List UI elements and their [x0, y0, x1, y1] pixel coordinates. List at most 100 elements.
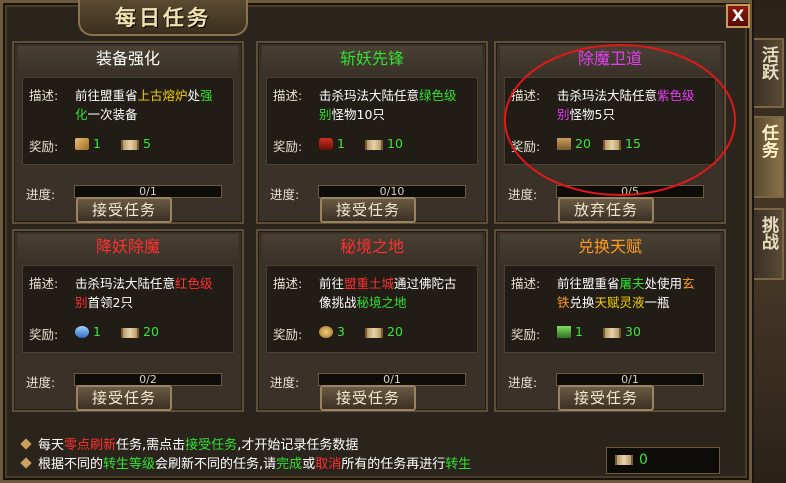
reward-value: 10: [387, 136, 403, 151]
reward-label: 奖励:: [511, 327, 541, 342]
task-card: 秘境之地 描述: 前往盟重土城通过佛陀古像挑战秘境之地 奖励: 3 20 进度: 0/1 接受任…: [256, 229, 488, 412]
note-segment: 取消: [315, 457, 342, 472]
reward-label: 奖励:: [29, 139, 59, 154]
reward-value: 15: [625, 136, 641, 151]
reward-value: 1: [93, 136, 101, 151]
reward-label: 奖励:: [29, 327, 59, 342]
scroll-icon: [365, 328, 383, 338]
reward-label: 奖励:: [273, 327, 303, 342]
reward-label: 奖励:: [511, 139, 541, 154]
note-segment: ,才开始记录任务数据: [237, 438, 359, 453]
desc-segment: 前往: [319, 276, 345, 291]
reward-item[interactable]: 10: [365, 136, 403, 151]
task-action-button[interactable]: 接受任务: [76, 197, 172, 223]
reward-item[interactable]: 20: [557, 136, 591, 151]
herb-icon: [557, 326, 571, 338]
note-segment: 完成: [276, 457, 303, 472]
desc-segment: 处使用: [644, 276, 683, 291]
task-body: 描述: 前往盟重省上古熔炉处强化一次装备 奖励: 1 5: [22, 77, 234, 165]
note-segment: 每天: [38, 438, 65, 453]
desc-segment: 兑换: [569, 295, 595, 310]
desc-label: 描述:: [273, 88, 303, 103]
desc-segment: 秘境之地: [356, 295, 407, 310]
tab-active-label: 活跃: [758, 46, 778, 80]
scroll-icon: [603, 328, 621, 338]
desc-label: 描述:: [511, 276, 541, 291]
close-button[interactable]: X: [726, 4, 750, 28]
desc-label: 描述:: [511, 88, 541, 103]
note-segment: 根据不同的: [38, 457, 104, 472]
note-segment: 转生: [445, 457, 472, 472]
reward-value: 3: [337, 324, 345, 339]
progress-label: 进度:: [26, 375, 56, 390]
desc-text: 击杀玛法大陆任意绿色级别怪物10只: [319, 86, 469, 124]
desc-text: 击杀玛法大陆任意紫色级别怪物5只: [557, 86, 707, 124]
reward-item[interactable]: 1: [557, 324, 583, 339]
scroll-icon: [121, 140, 139, 150]
desc-segment: 处: [187, 88, 201, 103]
tab-challenge-label: 挑战: [758, 216, 778, 250]
desc-segment: 前往盟重省: [557, 276, 620, 291]
tab-tasks-label: 任务: [758, 124, 778, 158]
desc-label: 描述:: [29, 88, 59, 103]
diamond-icon: [20, 457, 32, 469]
desc-segment: 一次装备: [87, 107, 138, 122]
task-body: 描述: 前往盟重土城通过佛陀古像挑战秘境之地 奖励: 3 20: [266, 265, 478, 353]
tab-challenge[interactable]: 挑战: [754, 208, 784, 280]
progress-label: 进度:: [508, 187, 538, 202]
notes-area: 每天零点刷新任务,需点击接受任务,才开始记录任务数据 根据不同的转生等级会刷新不…: [20, 436, 472, 474]
task-body: 描述: 前往盟重省屠夫处使用玄铁兑换天赋灵液一瓶 奖励: 1 30: [504, 265, 716, 353]
desc-segment: 盟重土城: [344, 276, 395, 291]
reward-item[interactable]: 20: [121, 324, 159, 339]
desc-segment: 一瓶: [644, 295, 670, 310]
reward-item[interactable]: 20: [365, 324, 403, 339]
reward-label: 奖励:: [273, 139, 303, 154]
note-segment: 会刷新不同的任务,请: [155, 457, 277, 472]
desc-segment: 击杀玛法大陆任意: [75, 276, 176, 291]
desc-label: 描述:: [29, 276, 59, 291]
note-line: 根据不同的转生等级会刷新不同的任务,请完成或取消所有的任务再进行转生: [20, 455, 472, 474]
potion-icon: [319, 138, 333, 150]
task-action-button[interactable]: 接受任务: [558, 385, 654, 411]
note-segment: 任务,需点击: [116, 438, 186, 453]
tab-active[interactable]: 活跃: [754, 38, 784, 108]
note-segment: 或: [302, 457, 316, 472]
progress-label: 进度:: [508, 375, 538, 390]
reward-item[interactable]: 15: [603, 136, 641, 151]
scroll-count: 0: [639, 452, 648, 468]
progress-label: 进度:: [270, 187, 300, 202]
task-action-button[interactable]: 接受任务: [320, 385, 416, 411]
task-body: 描述: 击杀玛法大陆任意紫色级别怪物5只奖励: 20 15: [504, 77, 716, 165]
task-action-button[interactable]: 放弃任务: [558, 197, 654, 223]
desc-label: 描述:: [273, 276, 303, 291]
task-action-button[interactable]: 接受任务: [320, 197, 416, 223]
task-card: 装备强化 描述: 前往盟重省上古熔炉处强化一次装备 奖励: 1 5 进度: 0/1 接受任务: [12, 41, 244, 224]
tab-tasks[interactable]: 任务: [754, 116, 784, 198]
progress-label: 进度:: [270, 375, 300, 390]
book-icon: [557, 138, 571, 150]
note-segment: 接受任务: [185, 438, 238, 453]
reward-item[interactable]: 5: [121, 136, 151, 151]
task-action-button[interactable]: 接受任务: [76, 385, 172, 411]
task-title: 降妖除魔: [18, 234, 238, 262]
diamond-icon: [20, 438, 32, 450]
progress-label: 进度:: [26, 187, 56, 202]
reward-value: 20: [143, 324, 159, 339]
reward-item[interactable]: 3: [319, 324, 345, 339]
note-segment: 转生等级: [103, 457, 156, 472]
scroll-count-box: 0: [606, 447, 720, 474]
reward-item[interactable]: 1: [319, 136, 345, 151]
reward-item[interactable]: 1: [75, 324, 101, 339]
reward-item[interactable]: 1: [75, 136, 101, 151]
desc-segment: 前往盟重省: [75, 88, 138, 103]
task-card: 除魔卫道 描述: 击杀玛法大陆任意紫色级别怪物5只 奖励: 20 15 进度: 0/5 放弃任务: [494, 41, 726, 224]
note-segment: 零点刷新: [64, 438, 117, 453]
reward-item[interactable]: 30: [603, 324, 641, 339]
scroll-icon: [121, 328, 139, 338]
desc-segment: 击杀玛法大陆任意: [557, 88, 658, 103]
desc-segment: 天赋灵液: [594, 295, 645, 310]
note-segment: 所有的任务再进行: [341, 457, 446, 472]
task-body: 描述: 击杀玛法大陆任意绿色级别怪物10只奖励: 1 10: [266, 77, 478, 165]
desc-segment: 首领2只: [87, 295, 133, 310]
reward-value: 20: [575, 136, 591, 151]
